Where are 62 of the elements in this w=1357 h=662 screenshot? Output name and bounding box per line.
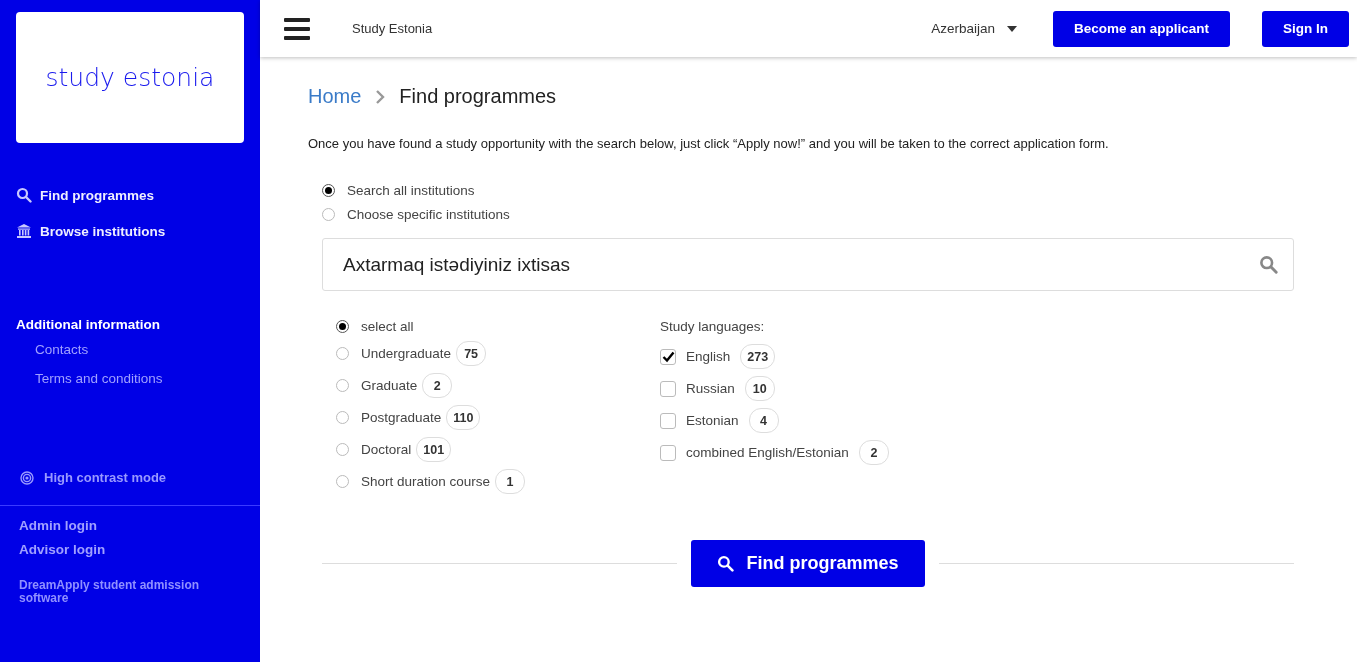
radio-label[interactable]: Choose specific institutions [347,207,510,222]
sidebar-link[interactable]: Contacts [35,342,260,357]
caret-icon [1006,25,1017,32]
section-title: Additional information [16,317,161,332]
logo-card[interactable]: study estonia [16,12,244,143]
sidebar-nav-link[interactable]: Browse institutions [16,223,260,239]
radio-button[interactable] [322,184,335,197]
radio-label[interactable]: Doctoral [361,442,412,457]
find-programmes-button[interactable]: Find programmes [691,540,925,587]
checkbox[interactable] [660,412,676,429]
count-badge: 75 [456,341,487,366]
site-title: Study Estonia [352,21,433,36]
count-badge: 110 [446,405,481,430]
radio-label[interactable]: select all [361,319,414,334]
intro-text: Once you have found a study opportunity with the search below, just click “Apply now!” and you will be taken to the correct application form. [308,136,1110,151]
count-badge: 10 [744,376,775,401]
checkbox[interactable] [660,348,676,365]
high-contrast-toggle[interactable]: High contrast mode [20,470,260,485]
breadcrumb-link[interactable]: Home [308,85,362,108]
radio-button[interactable] [322,208,335,221]
checkbox[interactable] [660,380,676,397]
concentric-circles-icon [20,470,34,485]
count-badge: 2 [858,440,889,465]
radio-button[interactable] [336,347,349,360]
checkbox[interactable] [660,444,676,461]
languages-title: Study languages: [660,319,766,334]
count-badge: 273 [740,344,776,369]
breadcrumb-current: Find programmes [399,85,557,108]
sign-in-button[interactable]: Sign In [1262,10,1349,47]
count-badge: 1 [495,469,526,494]
logo-text: study estonia [45,63,215,92]
search-field[interactable]: Axtarmaq istədiyiniz ixtisas [322,238,1294,291]
checkbox-label[interactable]: combined English/Estonian [686,445,849,460]
count-badge: 4 [748,408,779,433]
checkbox-label[interactable]: Estonian [686,413,739,428]
radio-button[interactable] [336,443,349,456]
radio-label[interactable]: Graduate [361,378,418,393]
radio-button[interactable] [336,475,349,488]
login-link[interactable]: Admin login [19,518,260,533]
search-icon [717,555,735,572]
search-icon [16,187,32,203]
search-icon [1259,255,1278,274]
radio-label[interactable]: Search all institutions [347,183,475,198]
menu-icon[interactable] [284,17,310,40]
become-applicant-button[interactable]: Become an applicant [1052,10,1230,47]
login-link[interactable]: Advisor login [19,542,260,557]
count-badge: 2 [422,373,453,398]
checkbox-label[interactable]: English [686,349,731,364]
checkbox-label[interactable]: Russian [686,381,735,396]
chevron-icon [375,89,386,104]
radio-button[interactable] [336,411,349,424]
institution-icon [16,223,32,239]
radio-label[interactable]: Postgraduate [361,410,442,425]
country-dropdown[interactable]: Azerbaijan [925,20,1023,37]
radio-button[interactable] [336,320,349,333]
sidebar-nav-link[interactable]: Find programmes [16,187,260,203]
footer-link[interactable]: DreamApply student admission software [19,579,244,606]
radio-button[interactable] [336,379,349,392]
count-badge: 101 [416,437,452,462]
radio-label[interactable]: Undergraduate [361,346,452,361]
sidebar-link[interactable]: Terms and conditions [35,371,260,386]
radio-label[interactable]: Short duration course [361,474,491,489]
